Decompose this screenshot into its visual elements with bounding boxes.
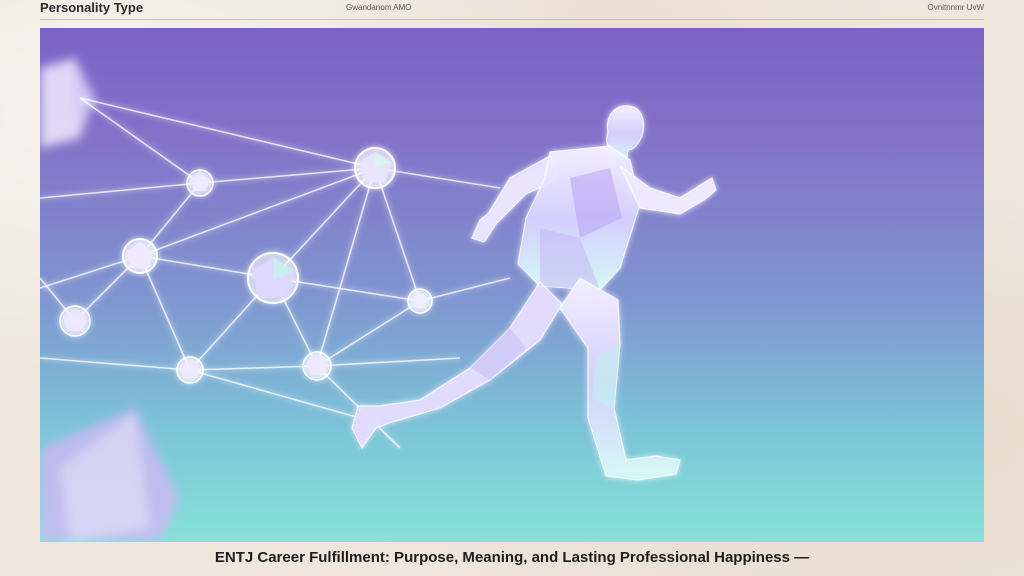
header-meta-right: Ovnitnnmr UvW (927, 3, 984, 12)
header-divider (40, 19, 984, 20)
crystal-node (354, 147, 396, 189)
crystal-node (186, 169, 214, 197)
hero-illustration (40, 28, 984, 542)
illustration-canvas (40, 58, 717, 542)
crystal-node (302, 351, 332, 381)
crystal-node (176, 356, 204, 384)
network-nodes (59, 147, 433, 384)
article-caption: ENTJ Career Fulfillment: Purpose, Meanin… (214, 549, 810, 566)
crystal-node (247, 252, 299, 304)
crystal-node (59, 305, 91, 337)
brand-title: Personality Type (40, 0, 144, 15)
crystal-node (407, 288, 433, 314)
runner-figure (351, 105, 717, 481)
header-meta-center: Gwandanom AMO (346, 3, 412, 12)
blurred-crystal-bottom-left (40, 408, 180, 542)
crystal-node (122, 238, 158, 274)
top-bar: Personality Type Gwandanom AMO Ovnitnnmr… (0, 0, 1024, 20)
